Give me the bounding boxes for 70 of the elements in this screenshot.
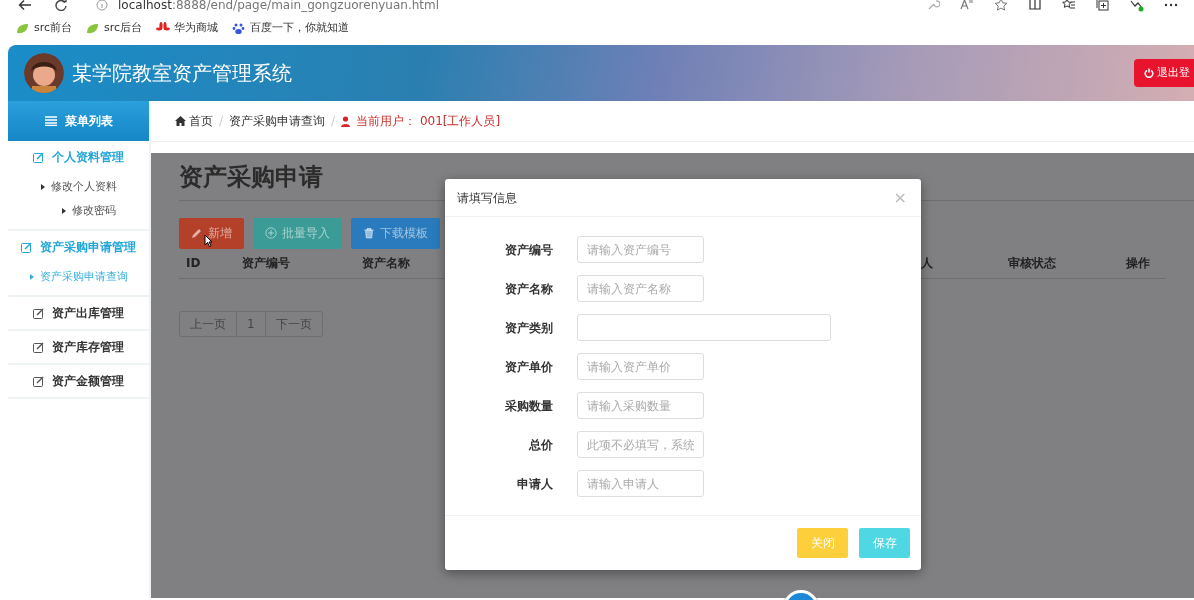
column-header: 人 <box>921 255 934 273</box>
field-label: 总价 <box>527 436 553 454</box>
field-label: 资产编号 <box>504 241 553 259</box>
star-icon[interactable] <box>994 0 1008 12</box>
leaf-icon <box>86 22 101 35</box>
avatar <box>24 53 64 93</box>
extension-icon[interactable] <box>1130 0 1144 12</box>
paw-icon <box>232 22 247 35</box>
submenu-item[interactable]: 修改个人资料 <box>8 175 149 199</box>
favorites-icon[interactable] <box>1062 0 1076 12</box>
home-link[interactable]: 首页 <box>175 112 213 130</box>
power-icon <box>1144 68 1154 78</box>
leaf-icon <box>16 22 30 35</box>
field-label: 资产类别 <box>504 319 553 337</box>
field-label: 采购数量 <box>504 397 553 415</box>
address-bar[interactable]: localhost:8888/end/page/main_gongzuorenyuan.html <box>118 0 440 14</box>
field-label: 资产名称 <box>504 280 553 298</box>
pencil-icon <box>191 227 203 240</box>
edit-icon <box>33 341 44 353</box>
action-button[interactable]: 新增 <box>179 217 244 249</box>
caret-icon <box>29 274 34 280</box>
field-label: 申请人 <box>516 475 553 493</box>
list-icon <box>44 116 57 126</box>
caret-icon <box>40 184 45 190</box>
collections-icon[interactable] <box>1096 0 1110 12</box>
edit-icon <box>21 241 32 253</box>
input-field[interactable]: 请输入资产单价 <box>577 353 704 380</box>
user-icon <box>341 115 351 127</box>
plus-circle-icon <box>265 227 277 240</box>
bookmark[interactable]: src前台 <box>16 20 73 37</box>
split-screen-icon[interactable] <box>1028 0 1042 12</box>
column-header: 操作 <box>1125 255 1151 273</box>
read-aloud-icon[interactable] <box>960 0 974 12</box>
bookmark[interactable]: src后台 <box>86 20 143 37</box>
field-label: 资产单价 <box>504 358 553 376</box>
bookmark[interactable]: 华为商城 <box>156 20 219 37</box>
input-field[interactable]: 请输入资产编号 <box>577 236 704 263</box>
column-header: 审核状态 <box>1007 255 1057 273</box>
edit-icon <box>33 307 44 319</box>
home-icon <box>175 116 186 126</box>
logout-button[interactable]: 退出登 <box>1134 59 1194 87</box>
edit-icon <box>33 375 44 387</box>
action-button[interactable]: 下载模板 <box>351 217 440 249</box>
input-field[interactable]: 请输入申请人 <box>577 470 704 497</box>
breadcrumb-separator: / <box>219 113 224 130</box>
reload-icon[interactable] <box>54 0 68 11</box>
submenu-item[interactable]: 修改密码 <box>8 199 149 223</box>
input-field[interactable]: 请输入采购数量 <box>577 392 704 419</box>
menu-title: 菜单列表 <box>64 113 113 130</box>
menu-group[interactable]: 资产出库管理 <box>8 297 149 329</box>
column-header: 资产编号 <box>241 255 291 273</box>
input-field[interactable]: 此项不必填写，系统 <box>577 431 704 458</box>
menu-group[interactable]: 个人资料管理 <box>8 141 149 173</box>
app-title: 某学院教室资产管理系统 <box>72 60 292 87</box>
breadcrumb-item: 资产采购申请查询 <box>229 113 326 130</box>
caret-icon <box>61 208 66 214</box>
current-user: 当前用户： 001[工作人员] <box>341 112 501 130</box>
input-field[interactable]: 请输入资产名称 <box>577 275 704 302</box>
edit-icon <box>33 151 44 163</box>
menu-group[interactable]: 资产采购申请管理 <box>8 231 149 263</box>
menu-group[interactable]: 资产库存管理 <box>8 331 149 363</box>
breadcrumb-separator: / <box>331 113 336 130</box>
column-header: ID <box>185 255 202 273</box>
column-header: 资产名称 <box>361 255 411 273</box>
back-icon[interactable] <box>18 0 32 11</box>
trash-icon <box>363 227 375 240</box>
menu-group[interactable]: 资产金额管理 <box>8 365 149 397</box>
bookmark[interactable]: 百度一下，你就知道 <box>232 20 350 37</box>
submenu-item[interactable]: 资产采购申请查询 <box>8 265 149 289</box>
pagination-button[interactable]: 1 <box>237 310 266 337</box>
